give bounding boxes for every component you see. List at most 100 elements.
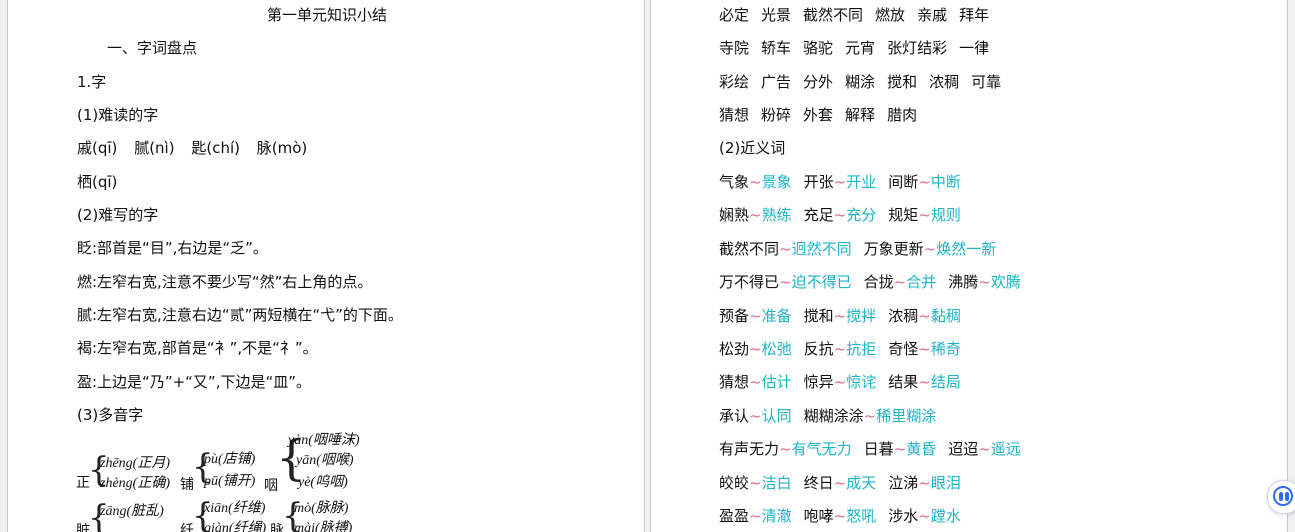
word: 一律 — [959, 39, 990, 57]
poly-reading: yàn(咽唾沫) — [288, 433, 360, 448]
word: 亲戚 — [917, 6, 948, 24]
word: 粉碎 — [761, 106, 792, 124]
tilde-separator: ~ — [749, 206, 762, 225]
synonym-answer: 黄昏 — [906, 440, 937, 459]
synonym-answer: 迥然不同 — [791, 239, 852, 258]
synonym-word: 终日 — [803, 473, 834, 492]
synonym-answer: 清澈 — [761, 507, 792, 525]
synonym-word: 日暮 — [863, 440, 894, 459]
word: 搅和 — [887, 73, 918, 91]
synonym-answer: 松弛 — [761, 340, 792, 358]
tilde-separator: ~ — [918, 507, 931, 525]
poly-reading: zāng(脏乱) — [100, 504, 164, 519]
tilde-separator: ~ — [833, 206, 847, 225]
synonym-answer: 结局 — [930, 373, 961, 392]
tilde-separator: ~ — [918, 206, 931, 225]
word: 腊肉 — [887, 106, 918, 124]
word: 分外 — [803, 73, 834, 91]
synonym-pair: 有声无力~有气无力 — [719, 440, 852, 458]
synonym-row: 预备~准备 搅和~搅拌 浓稠~黏稠 — [719, 306, 961, 326]
subheading-hard-to-read: (1)难读的字 — [77, 106, 159, 124]
tilde-separator: ~ — [918, 340, 931, 358]
tilde-separator: ~ — [923, 239, 937, 258]
right-page: 必定 光景 截然不同 燃放 亲戚 拜年 寺院 轿车 骆驼 元宵 张灯结彩 一律 彩绘 广告 分外 糊涂 搅和 浓稠… — [650, 0, 1288, 532]
left-page: 第一单元知识小结 一、字词盘点 1.字 (1)难读的字 戚(qī) 腻(nì) … — [7, 0, 645, 532]
synonym-word: 预备 — [719, 306, 750, 325]
synonym-row: 有声无力~有气无力 日暮~黄昏 迢迢~遥远 — [719, 439, 1021, 459]
synonym-pair: 反抗~抗拒 — [804, 340, 877, 358]
synonym-pair: 松劲~松弛 — [719, 340, 792, 358]
word: 截然不同 — [803, 6, 864, 24]
synonym-pair: 迢迢~遥远 — [948, 440, 1021, 458]
write-note: 盈:上边是“乃”+“又”,下边是“皿”。 — [77, 373, 312, 391]
synonym-pair: 合拢~合并 — [864, 273, 937, 291]
tilde-separator: ~ — [833, 173, 847, 191]
synonym-word: 娴熟 — [719, 206, 750, 225]
synonym-answer: 蹚水 — [930, 507, 961, 525]
tilde-separator: ~ — [749, 473, 762, 492]
synonym-word: 承认 — [719, 406, 750, 425]
tilde-separator: ~ — [779, 440, 792, 459]
tilde-separator: ~ — [749, 340, 762, 358]
synonym-answer: 景象 — [761, 173, 792, 191]
hard-read-char: 脉(mò) — [256, 139, 308, 157]
synonym-word: 截然不同 — [719, 239, 780, 258]
poly-reading: pū(铺开) — [204, 474, 256, 489]
synonym-pair: 万不得已~迫不得已 — [719, 273, 852, 291]
synonym-pair: 预备~准备 — [719, 307, 792, 325]
synonym-answer: 抗拒 — [846, 340, 877, 358]
synonym-pair: 咆哮~怒吼 — [804, 507, 877, 525]
tilde-separator: ~ — [749, 373, 762, 392]
synonym-answer: 充分 — [846, 206, 877, 225]
word: 元宵 — [845, 39, 876, 57]
synonym-word: 搅和 — [803, 306, 834, 325]
synonym-pair: 开张~开业 — [804, 173, 877, 191]
synonym-word: 有声无力 — [719, 440, 780, 459]
synonym-pair: 沸腾~欢腾 — [948, 273, 1021, 291]
synonym-pair: 浓稠~黏稠 — [888, 307, 961, 325]
synonym-answer: 洁白 — [761, 473, 792, 492]
synonym-answer: 估计 — [761, 373, 792, 392]
synonym-word: 万不得已 — [719, 273, 780, 292]
synonym-answer: 迫不得已 — [791, 273, 852, 292]
tilde-separator: ~ — [833, 473, 847, 492]
synonym-row: 万不得已~迫不得已 合拢~合并 沸腾~欢腾 — [719, 272, 1021, 292]
synonym-answer: 搅拌 — [846, 306, 877, 325]
synonym-answer: 稀奇 — [930, 340, 961, 358]
assistant-button[interactable] — [1267, 480, 1295, 514]
synonym-word: 沸腾 — [948, 273, 979, 292]
synonym-word: 糊糊涂涂 — [803, 406, 864, 425]
hard-read-row: 戚(qī) 腻(nì) 匙(chí) 脉(mò) — [77, 138, 307, 158]
synonym-answer: 有气无力 — [791, 440, 852, 459]
synonym-word: 气象 — [719, 173, 750, 191]
synonym-row: 气象~景象 开张~开业 间断~中断 — [719, 172, 961, 192]
word: 可靠 — [971, 73, 1002, 91]
subheading-hard-to-write: (2)难写的字 — [77, 206, 159, 224]
word: 轿车 — [761, 39, 792, 57]
synonym-answer: 遥远 — [990, 440, 1021, 459]
tilde-separator: ~ — [978, 440, 991, 459]
synonym-answer: 黏稠 — [930, 306, 961, 325]
word: 彩绘 — [719, 73, 750, 91]
synonym-word: 松劲 — [719, 340, 750, 358]
write-note: 腻:左窄右宽,注意右边“贰”两短横在“弋”的下面。 — [77, 306, 403, 324]
synonym-pair: 搅和~搅拌 — [804, 307, 877, 325]
subheading-synonyms: (2)近义词 — [719, 139, 786, 157]
hard-read-char: 戚(qī) — [77, 139, 118, 157]
synonym-word: 万象更新 — [863, 239, 924, 258]
tilde-separator: ~ — [833, 373, 847, 392]
poly-reading: pù(店铺) — [204, 452, 256, 467]
page-title: 第一单元知识小结 — [267, 6, 388, 24]
synonym-word: 盈盈 — [719, 507, 750, 525]
synonym-word: 涉水 — [888, 507, 919, 525]
write-note: 褐:左窄右宽,部首是“衤”,不是“礻”。 — [77, 339, 318, 357]
tilde-separator: ~ — [833, 306, 847, 325]
synonym-answer: 规则 — [930, 206, 961, 225]
tilde-separator: ~ — [833, 340, 847, 358]
synonym-answer: 怒吼 — [846, 507, 877, 525]
synonym-word: 惊异 — [803, 373, 834, 392]
tilde-separator: ~ — [749, 173, 762, 191]
poly-reading: yān(咽喉) — [296, 453, 354, 468]
tilde-separator: ~ — [918, 373, 931, 392]
word-row: 寺院 轿车 骆驼 元宵 张灯结彩 一律 — [719, 38, 989, 58]
